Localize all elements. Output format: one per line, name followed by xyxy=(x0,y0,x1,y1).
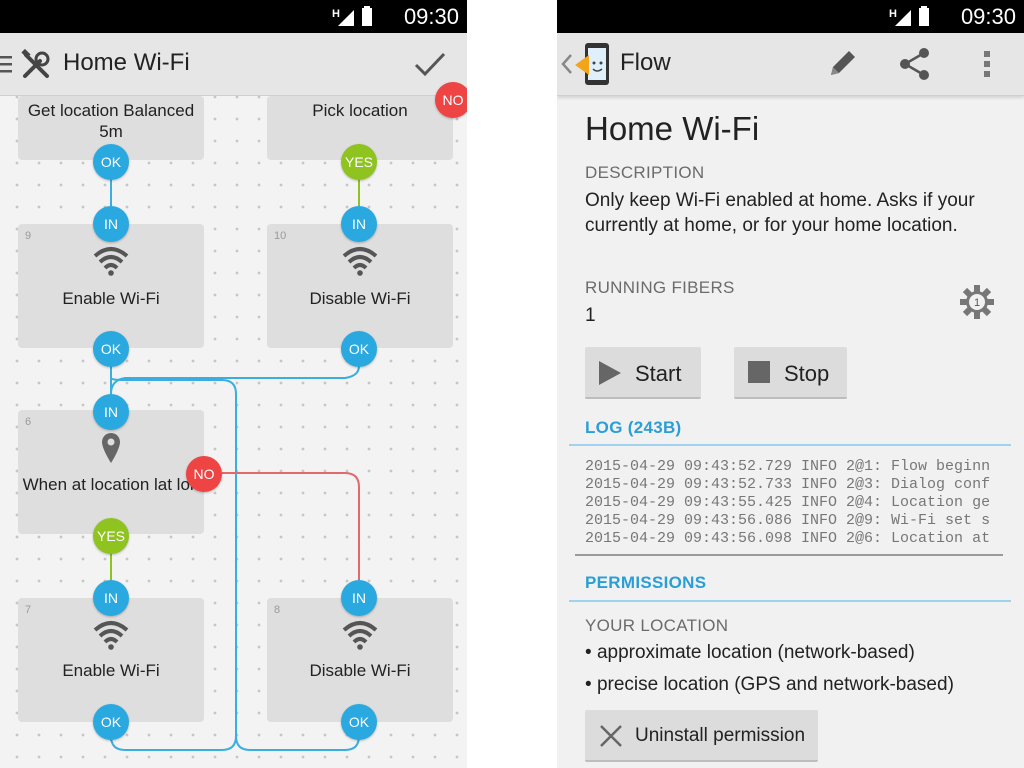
port-yes[interactable]: YES xyxy=(341,144,377,180)
play-icon xyxy=(599,361,621,385)
log-output[interactable]: 2015-04-29 09:43:52.729 INFO 2@1: Flow b… xyxy=(575,452,1003,556)
stop-icon xyxy=(748,361,770,383)
network-type-label: H xyxy=(889,8,897,20)
description-text: Only keep Wi-Fi enabled at home. Asks if… xyxy=(585,190,975,236)
port-ok[interactable]: OK xyxy=(341,331,377,367)
log-line: 2015-04-29 09:43:56.086 INFO 2@9: Wi-Fi … xyxy=(585,512,991,529)
flow-title: Home Wi-Fi xyxy=(585,110,760,147)
log-divider xyxy=(569,444,1011,446)
status-time: 09:30 xyxy=(403,4,459,29)
status-bar: H 09:30 xyxy=(0,0,467,33)
port-ok[interactable]: OK xyxy=(93,331,129,367)
node-label: Get location Balanced 5m xyxy=(27,101,195,141)
tools-icon[interactable] xyxy=(20,49,52,81)
signal-icon: H xyxy=(332,6,372,26)
log-heading: LOG (243B) xyxy=(585,418,682,437)
running-fibers-count: 1 xyxy=(585,305,596,326)
hamburger-icon[interactable] xyxy=(0,54,14,74)
editor-title: Home Wi-Fi xyxy=(63,49,190,76)
editor-action-bar: Home Wi-Fi xyxy=(0,33,467,96)
details-action-bar: Flow xyxy=(557,33,1024,96)
log-line: 2015-04-29 09:43:56.098 INFO 2@6: Locati… xyxy=(585,530,991,547)
port-in[interactable]: IN xyxy=(341,580,377,616)
permission-text: precise location (GPS and network-based) xyxy=(596,674,954,695)
wire xyxy=(235,735,360,751)
node-number: 7 xyxy=(25,604,32,616)
node-number: 9 xyxy=(25,230,32,242)
node-label: Disable Wi-Fi xyxy=(309,661,411,680)
uninstall-label: Uninstall permission xyxy=(635,725,806,746)
status-bar: H 09:30 xyxy=(557,0,1024,33)
permissions-heading: PERMISSIONS xyxy=(585,573,707,592)
close-icon xyxy=(600,725,622,747)
port-no[interactable]: NO xyxy=(435,82,467,118)
location-pin-icon xyxy=(102,433,120,463)
description-heading: DESCRIPTION xyxy=(585,163,705,182)
network-type-label: H xyxy=(332,8,340,20)
permissions-divider xyxy=(569,600,1011,602)
node-label: Enable Wi-Fi xyxy=(62,661,160,680)
signal-icon: H xyxy=(889,6,929,26)
port-ok[interactable]: OK xyxy=(341,704,377,740)
app-name: Flow xyxy=(620,49,671,76)
permission-text: approximate location (network-based) xyxy=(596,642,915,663)
node-number: 6 xyxy=(25,416,32,428)
details-content[interactable]: Home Wi-Fi DESCRIPTION Only keep Wi-Fi e… xyxy=(557,96,1024,768)
wifi-icon xyxy=(93,621,129,650)
permission-item: • approximate location (network-based) xyxy=(585,642,915,663)
port-ok[interactable]: OK xyxy=(93,704,129,740)
node-disable-wifi-10[interactable]: 10 Disable Wi-Fi xyxy=(267,224,453,348)
log-line: 2015-04-29 09:43:52.733 INFO 2@3: Dialog… xyxy=(585,476,991,493)
permission-group-heading: YOUR LOCATION xyxy=(585,616,729,635)
share-icon[interactable] xyxy=(899,47,931,81)
battery-icon xyxy=(919,8,929,26)
permission-item: • precise location (GPS and network-base… xyxy=(585,674,954,695)
node-enable-wifi-9[interactable]: 9 Enable Wi-Fi xyxy=(18,224,204,348)
wifi-icon xyxy=(342,247,378,276)
port-ok[interactable]: OK xyxy=(93,144,129,180)
node-number: 10 xyxy=(274,230,287,242)
wifi-icon xyxy=(93,247,129,276)
port-in[interactable]: IN xyxy=(93,394,129,430)
battery-icon xyxy=(362,8,372,26)
port-yes[interactable]: YES xyxy=(93,518,129,554)
stop-button[interactable]: Stop xyxy=(734,347,847,399)
chevron-left-icon[interactable] xyxy=(561,53,573,75)
start-label: Start xyxy=(635,361,682,386)
gear-icon[interactable]: 1 xyxy=(959,284,995,320)
node-label: Pick location xyxy=(312,101,408,120)
overflow-menu-icon[interactable] xyxy=(981,49,993,79)
flow-editor-screen: H 09:30 Home Wi-Fi Get location Balanced… xyxy=(0,0,467,768)
log-line: 2015-04-29 09:43:55.425 INFO 2@4: Locati… xyxy=(585,494,991,511)
checkmark-icon[interactable] xyxy=(413,49,447,79)
node-number: 8 xyxy=(274,604,281,616)
status-time: 09:30 xyxy=(960,4,1016,29)
wire xyxy=(222,472,360,580)
running-fibers-heading: RUNNING FIBERS xyxy=(585,278,735,297)
port-in[interactable]: IN xyxy=(93,206,129,242)
start-button[interactable]: Start xyxy=(585,347,701,399)
port-in[interactable]: IN xyxy=(93,580,129,616)
stop-label: Stop xyxy=(784,361,830,386)
flow-details-screen: H 09:30 Flow Home Wi-Fi DESCRIPTION Only… xyxy=(557,0,1024,768)
node-label: Disable Wi-Fi xyxy=(309,289,411,308)
port-no[interactable]: NO xyxy=(186,456,222,492)
flow-canvas[interactable]: Get location Balanced 5m OK Pick locatio… xyxy=(0,82,467,768)
pencil-icon[interactable] xyxy=(825,47,859,81)
node-label: When at location lat lon xyxy=(22,475,200,494)
uninstall-permission-button[interactable]: Uninstall permission xyxy=(585,710,818,762)
port-in[interactable]: IN xyxy=(341,206,377,242)
node-label: Enable Wi-Fi xyxy=(62,289,160,308)
log-line: 2015-04-29 09:43:52.729 INFO 2@1: Flow b… xyxy=(585,458,991,475)
wifi-icon xyxy=(342,621,378,650)
fiber-settings-badge: 1 xyxy=(974,297,980,309)
flow-app-icon[interactable] xyxy=(573,41,617,87)
